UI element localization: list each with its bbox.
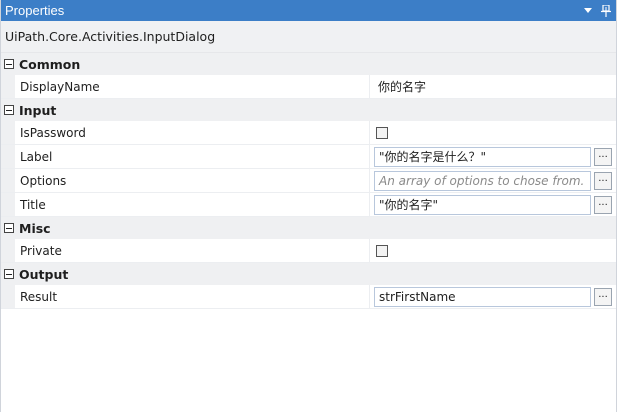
result-expression-button[interactable]: ...	[594, 287, 612, 306]
collapse-minus-icon[interactable]	[4, 59, 14, 69]
property-value: strFirstName ...	[370, 285, 616, 308]
property-row-title: Title "你的名字" ...	[1, 193, 616, 217]
displayname-value[interactable]: 你的名字	[374, 78, 426, 95]
row-gutter	[1, 121, 15, 144]
row-gutter	[1, 145, 15, 168]
property-name: Options	[15, 169, 370, 192]
row-gutter	[1, 75, 15, 98]
title-input[interactable]: "你的名字"	[374, 194, 591, 215]
category-label: Misc	[19, 220, 51, 236]
label-input[interactable]: "你的名字是什么？"	[374, 146, 591, 167]
row-gutter	[1, 239, 15, 262]
collapse-minus-icon[interactable]	[4, 269, 14, 279]
property-value: "你的名字" ...	[370, 193, 616, 216]
panel-title: Properties	[5, 3, 65, 18]
property-row-displayname: DisplayName 你的名字	[1, 75, 616, 99]
pin-icon[interactable]	[598, 3, 614, 19]
row-gutter	[1, 285, 15, 308]
category-common[interactable]: Common	[1, 53, 616, 75]
property-name: Label	[15, 145, 370, 168]
panel-titlebar: Properties	[1, 0, 616, 21]
options-input[interactable]: An array of options to chose from.	[374, 170, 591, 191]
property-name: DisplayName	[15, 75, 370, 98]
property-grid: Common DisplayName 你的名字 Input IsPassword…	[1, 53, 616, 309]
result-input[interactable]: strFirstName	[374, 286, 591, 307]
activity-type-label: UiPath.Core.Activities.InputDialog	[1, 21, 616, 53]
category-misc[interactable]: Misc	[1, 217, 616, 239]
property-name: Result	[15, 285, 370, 308]
ispassword-checkbox[interactable]	[376, 126, 388, 139]
title-expression-button[interactable]: ...	[594, 195, 612, 214]
property-value[interactable]: 你的名字	[370, 75, 616, 98]
category-output[interactable]: Output	[1, 263, 616, 285]
row-gutter	[1, 193, 15, 216]
category-label: Input	[19, 102, 57, 118]
collapse-minus-icon[interactable]	[4, 223, 14, 233]
options-expression-button[interactable]: ...	[594, 171, 612, 190]
property-row-label: Label "你的名字是什么？" ...	[1, 145, 616, 169]
property-name: IsPassword	[15, 121, 370, 144]
category-label: Common	[19, 56, 81, 72]
property-value: "你的名字是什么？" ...	[370, 145, 616, 168]
property-name: Title	[15, 193, 370, 216]
property-value	[370, 121, 616, 144]
property-row-private: Private	[1, 239, 616, 263]
property-row-ispassword: IsPassword	[1, 121, 616, 145]
category-input[interactable]: Input	[1, 99, 616, 121]
properties-panel: Properties UiPath.Core.Activities.InputD…	[0, 0, 617, 412]
property-row-options: Options An array of options to chose fro…	[1, 169, 616, 193]
property-name: Private	[15, 239, 370, 262]
category-label: Output	[19, 266, 69, 282]
collapse-minus-icon[interactable]	[4, 105, 14, 115]
property-value: An array of options to chose from. ...	[370, 169, 616, 192]
property-row-result: Result strFirstName ...	[1, 285, 616, 309]
dropdown-arrow-icon[interactable]	[580, 3, 596, 19]
private-checkbox[interactable]	[376, 244, 388, 257]
row-gutter	[1, 169, 15, 192]
property-value	[370, 239, 616, 262]
label-expression-button[interactable]: ...	[594, 147, 612, 166]
